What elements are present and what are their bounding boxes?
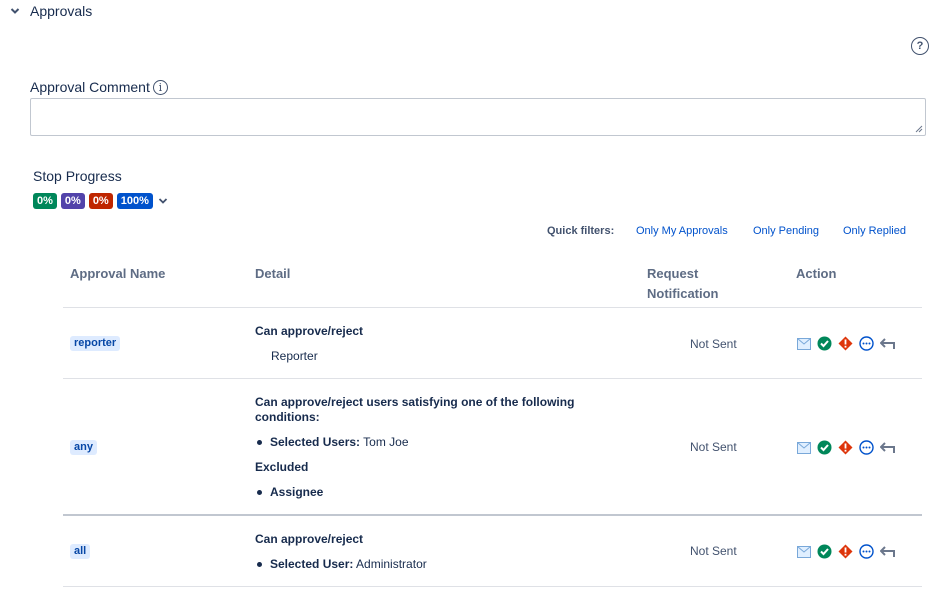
detail-title-line1: Can approve/reject users satisfying one … bbox=[255, 395, 575, 409]
reject-alert-icon[interactable] bbox=[838, 544, 853, 559]
reply-arrow-icon[interactable] bbox=[880, 336, 895, 351]
column-header-approval-name: Approval Name bbox=[70, 266, 166, 281]
header-divider bbox=[63, 307, 922, 308]
more-options-icon[interactable] bbox=[859, 336, 874, 351]
resize-grip-icon[interactable] bbox=[915, 125, 923, 133]
detail-title: Can approve/reject bbox=[255, 324, 364, 338]
row-actions bbox=[796, 440, 895, 455]
quick-filters-label: Quick filters: bbox=[547, 225, 615, 237]
chevron-down-icon[interactable] bbox=[158, 196, 168, 206]
bullet-dot bbox=[257, 562, 262, 567]
row-divider bbox=[63, 378, 922, 379]
section-title: Approvals bbox=[30, 3, 93, 19]
column-header-action: Action bbox=[796, 266, 837, 281]
approval-comment-textarea[interactable] bbox=[30, 98, 926, 136]
approve-check-icon[interactable] bbox=[817, 336, 832, 351]
selected-users-label: Selected Users: bbox=[270, 435, 361, 449]
column-header-detail: Detail bbox=[255, 266, 291, 281]
reply-arrow-icon[interactable] bbox=[880, 440, 895, 455]
progress-pill-rejected: 0% bbox=[88, 193, 113, 209]
list-item: Selected User: Administrator bbox=[257, 557, 427, 571]
column-header-request-line1: Request bbox=[647, 266, 699, 281]
detail-title: Can approve/reject bbox=[255, 532, 364, 546]
progress-pill-pending: 0% bbox=[60, 193, 85, 209]
approval-comment-label-text: Approval Comment bbox=[30, 79, 150, 95]
notification-status: Not Sent bbox=[690, 440, 737, 454]
progress-pill-total: 100% bbox=[116, 193, 153, 209]
help-icon[interactable]: ? bbox=[911, 37, 929, 55]
approval-name-lozenge: all bbox=[70, 544, 91, 559]
row-divider bbox=[63, 586, 922, 587]
filter-only-my-approvals[interactable]: Only My Approvals bbox=[636, 225, 728, 237]
approve-check-icon[interactable] bbox=[817, 440, 832, 455]
reply-arrow-icon[interactable] bbox=[880, 544, 895, 559]
approve-check-icon[interactable] bbox=[817, 544, 832, 559]
filter-only-pending[interactable]: Only Pending bbox=[753, 225, 819, 237]
info-icon[interactable]: i bbox=[152, 79, 168, 95]
detail-value: Reporter bbox=[271, 349, 318, 363]
approvals-section-toggle[interactable]: Approvals bbox=[8, 3, 92, 19]
row-divider bbox=[63, 514, 922, 516]
selected-user-value: Administrator bbox=[356, 557, 427, 571]
list-item: Assignee bbox=[257, 485, 323, 499]
notification-status: Not Sent bbox=[690, 337, 737, 351]
mail-icon[interactable] bbox=[796, 544, 811, 559]
list-item: Selected Users: Tom Joe bbox=[257, 435, 409, 449]
chevron-down-icon bbox=[8, 4, 22, 18]
reject-alert-icon[interactable] bbox=[838, 336, 853, 351]
selected-user-label: Selected User: bbox=[270, 557, 354, 571]
excluded-item: Assignee bbox=[270, 485, 324, 499]
filter-only-replied[interactable]: Only Replied bbox=[843, 225, 906, 237]
bullet-dot bbox=[257, 440, 262, 445]
more-options-icon[interactable] bbox=[859, 440, 874, 455]
row-actions bbox=[796, 544, 895, 559]
excluded-label: Excluded bbox=[255, 460, 309, 474]
approval-comment-label: Approval Comment i bbox=[30, 79, 168, 95]
progress-pill-approved: 0% bbox=[33, 193, 57, 209]
mail-icon[interactable] bbox=[796, 336, 811, 351]
mail-icon[interactable] bbox=[796, 440, 811, 455]
more-options-icon[interactable] bbox=[859, 544, 874, 559]
column-header-request-notification: Request Notification bbox=[647, 264, 719, 304]
row-actions bbox=[796, 336, 895, 351]
approval-name-lozenge: reporter bbox=[70, 336, 121, 351]
reject-alert-icon[interactable] bbox=[838, 440, 853, 455]
stop-progress-bar[interactable]: 0% 0% 0% 100% bbox=[33, 193, 168, 209]
column-header-request-line2: Notification bbox=[647, 286, 719, 301]
detail-title-line2: conditions: bbox=[255, 410, 320, 424]
selected-users-value: Tom Joe bbox=[363, 435, 409, 449]
stop-progress-label: Stop Progress bbox=[33, 168, 122, 184]
bullet-dot bbox=[257, 490, 262, 495]
notification-status: Not Sent bbox=[690, 544, 737, 558]
approval-name-lozenge: any bbox=[70, 440, 97, 455]
